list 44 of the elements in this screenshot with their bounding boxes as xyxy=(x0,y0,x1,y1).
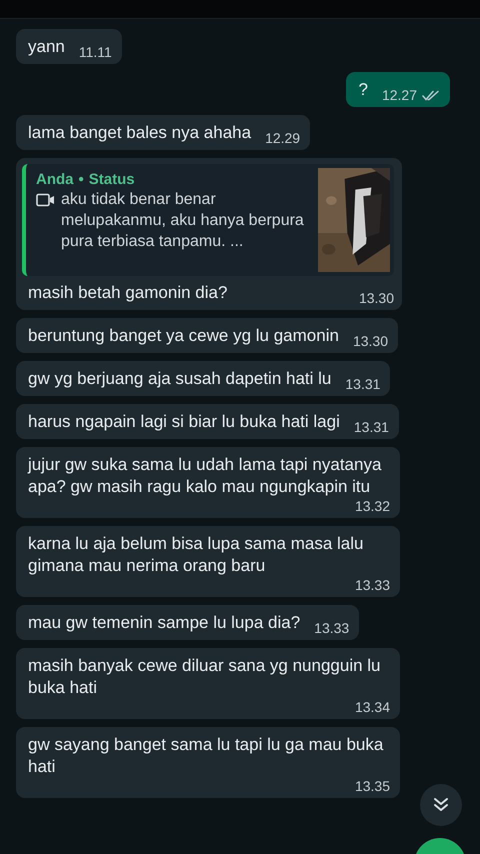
quote-source: Status xyxy=(88,171,135,188)
quote-author: Anda xyxy=(36,171,74,188)
message-text: gw yg berjuang aja susah dapetin hati lu xyxy=(28,368,332,390)
message-text: lama banget bales nya ahaha xyxy=(28,122,252,144)
quote-separator: • xyxy=(78,171,84,188)
quoted-status[interactable]: Anda • Status aku tidak benar benar melupakanmu, aku hanya berpura pura terbiasa tanpamu. ... xyxy=(22,164,394,276)
message-text: jujur gw suka sama lu udah lama tapi nyatanya apa? gw masih ragu kalo mau ngungkapin itu xyxy=(28,454,382,498)
video-camera-icon xyxy=(36,193,55,207)
incoming-message[interactable]: Anda • Status aku tidak benar benar melupakanmu, aku hanya berpura pura terbiasa tanpamu. ... masih betah gamonin dia? 13.30 xyxy=(16,158,402,310)
message-text: gw sayang banget sama lu tapi lu ga mau buka hati xyxy=(28,734,384,778)
message-text: ? xyxy=(358,79,368,101)
message-time: 13.30 xyxy=(352,333,388,349)
message-time: 13.35 xyxy=(354,778,390,794)
message-time: 13.33 xyxy=(314,620,350,636)
message-time: 13.31 xyxy=(354,419,389,435)
incoming-message[interactable]: gw sayang banget sama lu tapi lu ga mau buka hati 13.35 xyxy=(16,727,400,798)
scroll-down-button[interactable] xyxy=(420,784,462,826)
incoming-message[interactable]: yann 11.11 xyxy=(16,29,122,64)
incoming-message[interactable]: jujur gw suka sama lu udah lama tapi nyatanya apa? gw masih ragu kalo mau ngungkapin itu 13.32 xyxy=(16,447,400,518)
message-text: masih banyak cewe diluar sana yg nungguin lu buka hati xyxy=(28,655,382,699)
message-time: 12.29 xyxy=(265,130,300,146)
message-time: 13.33 xyxy=(354,577,390,593)
message-text: karna lu aja belum bisa lupa sama masa lalu gimana mau nerima orang baru xyxy=(28,533,364,577)
message-time: 13.30 xyxy=(358,290,394,306)
message-time: 11.11 xyxy=(78,44,112,60)
message-text: harus ngapain lagi si biar lu buka hati lagi xyxy=(28,411,340,433)
incoming-message[interactable]: gw yg berjuang aja susah dapetin hati lu 13.31 xyxy=(16,361,390,396)
message-text: mau gw temenin sampe lu lupa dia? xyxy=(28,612,300,634)
message-time: 13.34 xyxy=(354,699,390,715)
double-chevron-down-icon xyxy=(432,796,450,814)
message-time: 13.32 xyxy=(354,498,390,514)
incoming-message[interactable]: beruntung banget ya cewe yg lu gamonin 13.30 xyxy=(16,318,398,353)
message-text: yann xyxy=(28,36,65,58)
message-text: beruntung banget ya cewe yg lu gamonin xyxy=(28,325,339,347)
message-time: 12.27 xyxy=(382,87,417,103)
quote-text: aku tidak benar benar melupakanmu, aku hanya berpura pura terbiasa tanpamu. ... xyxy=(61,190,305,252)
incoming-message[interactable]: masih banyak cewe diluar sana yg nungguin lu buka hati 13.34 xyxy=(16,648,400,719)
incoming-message[interactable]: lama banget bales nya ahaha 12.29 xyxy=(16,115,310,150)
incoming-message[interactable]: karna lu aja belum bisa lupa sama masa lalu gimana mau nerima orang baru 13.33 xyxy=(16,526,400,597)
message-text: masih betah gamonin dia? xyxy=(28,282,228,304)
outgoing-message[interactable]: ? 12.27 xyxy=(346,72,450,107)
message-time: 13.31 xyxy=(345,376,380,392)
incoming-message[interactable]: harus ngapain lagi si biar lu buka hati lagi 13.31 xyxy=(16,404,399,439)
incoming-message[interactable]: mau gw temenin sampe lu lupa dia? 13.33 xyxy=(16,605,360,640)
